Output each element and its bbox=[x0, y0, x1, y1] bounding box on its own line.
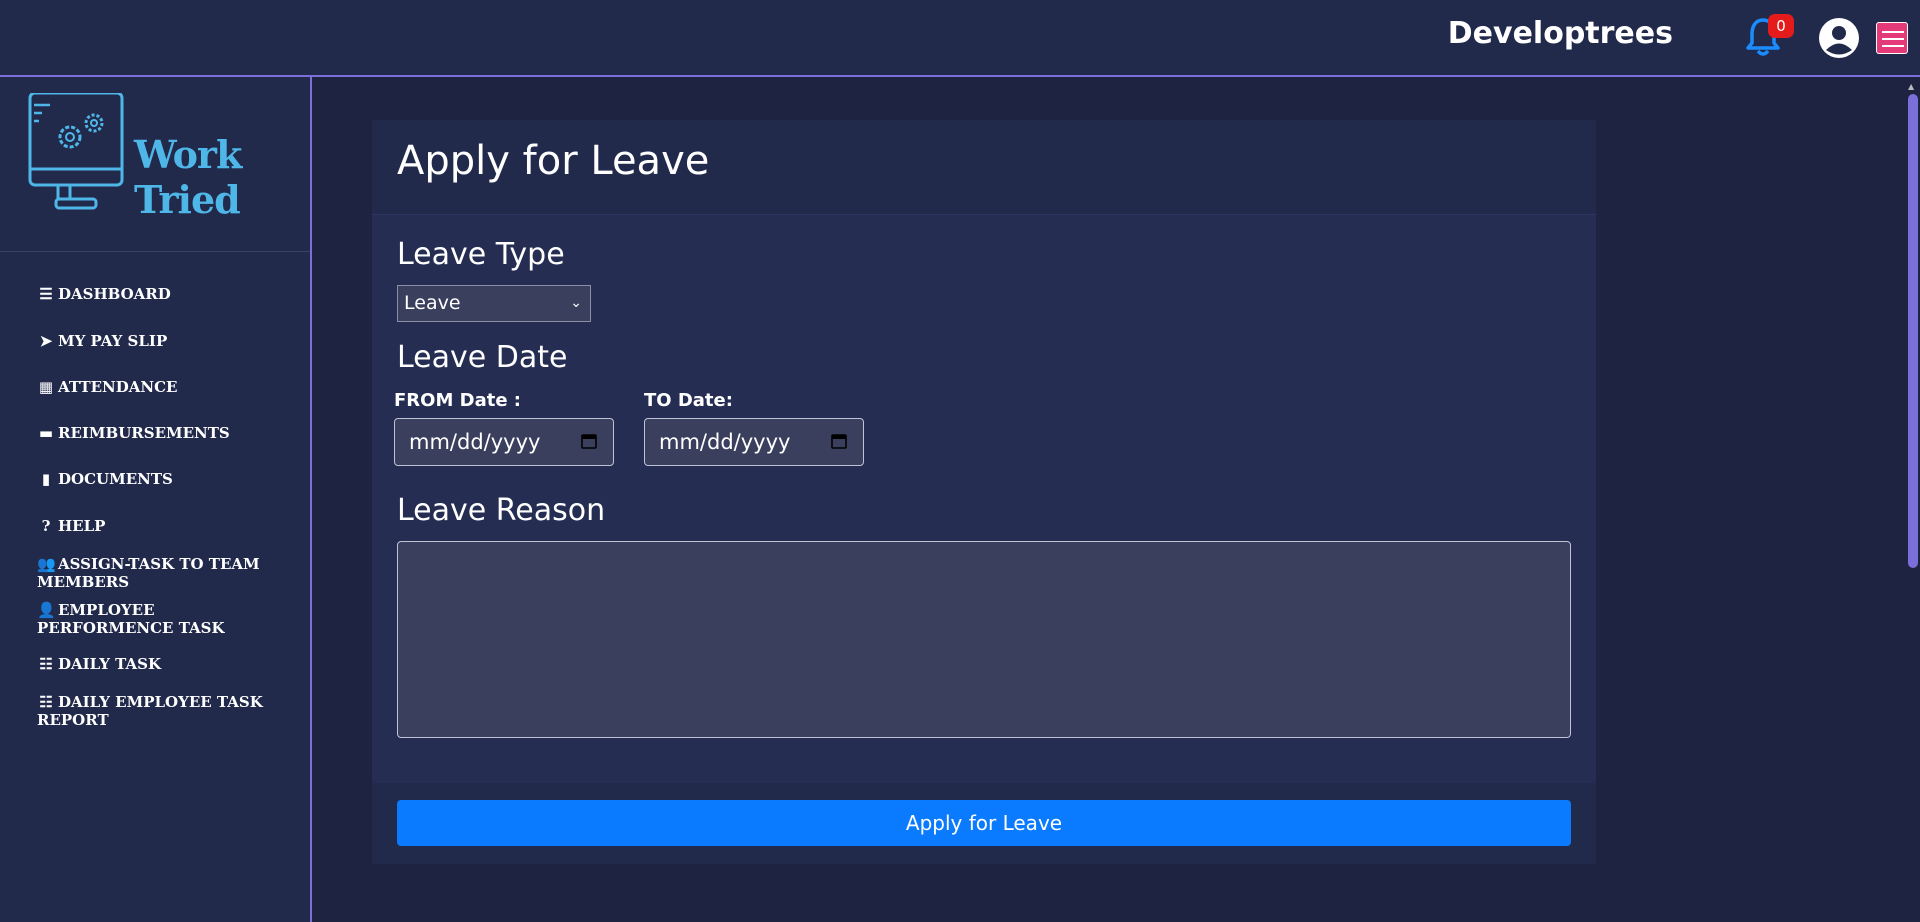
leave-form-card: Apply for Leave Leave Type Leave ⌄ Leave… bbox=[372, 120, 1596, 864]
sidebar-item-assign-task[interactable]: 👥 ASSIGN-TASK TO TEAM MEMBERS bbox=[37, 555, 287, 591]
users-icon: 👥 bbox=[37, 555, 56, 573]
sidebar-item-help[interactable]: ? HELP bbox=[37, 517, 287, 535]
leave-date-label: Leave Date bbox=[397, 340, 568, 375]
leave-reason-label: Leave Reason bbox=[397, 493, 606, 528]
question-circle-icon: ? bbox=[41, 517, 51, 535]
sidebar-item-dashboard[interactable]: ☰ DASHBOARD bbox=[37, 285, 287, 303]
file-icon: ▮ bbox=[41, 470, 51, 488]
paper-plane-icon: ➤ bbox=[39, 332, 53, 350]
page-title: Apply for Leave bbox=[397, 138, 710, 184]
scrollbar-thumb[interactable] bbox=[1908, 94, 1918, 568]
user-edit-icon: 👤 bbox=[37, 601, 56, 619]
credit-card-icon: ▬ bbox=[38, 424, 54, 442]
notification-badge: 0 bbox=[1768, 14, 1794, 38]
apply-for-leave-button[interactable]: Apply for Leave bbox=[397, 800, 1571, 846]
hamburger-menu-button[interactable] bbox=[1876, 22, 1908, 54]
calendar-icon[interactable] bbox=[581, 433, 597, 449]
to-date-label: TO Date: bbox=[644, 390, 733, 411]
scroll-up-arrow-icon[interactable]: ▲ bbox=[1908, 82, 1914, 91]
sidebar: Work Tried ☰ DASHBOARD ➤ MY PAY SLIP ▦ ATTE… bbox=[0, 77, 312, 922]
from-date-label: FROM Date : bbox=[394, 390, 522, 411]
list-check-icon: ☷ bbox=[39, 693, 53, 711]
to-date-input[interactable]: mm/dd/yyyy bbox=[644, 418, 864, 466]
sidebar-divider bbox=[0, 251, 310, 252]
top-navbar: Developtrees 0 bbox=[0, 0, 1920, 77]
chevron-down-icon: ⌄ bbox=[570, 295, 582, 311]
calendar-icon: ▦ bbox=[38, 378, 54, 396]
bars-icon: ☰ bbox=[39, 285, 53, 303]
sidebar-item-attendance[interactable]: ▦ ATTENDANCE bbox=[37, 378, 287, 396]
leave-reason-textarea[interactable] bbox=[397, 541, 1571, 738]
logo-text: Work Tried bbox=[134, 132, 242, 222]
list-check-icon: ☷ bbox=[39, 655, 53, 673]
sidebar-item-documents[interactable]: ▮ DOCUMENTS bbox=[37, 470, 287, 488]
calendar-icon[interactable] bbox=[831, 433, 847, 449]
sidebar-item-reimbursements[interactable]: ▬ REIMBURSEMENTS bbox=[37, 424, 287, 442]
brand-name: Developtrees bbox=[1447, 16, 1673, 51]
leave-type-label: Leave Type bbox=[397, 237, 565, 272]
sidebar-item-employee-performence[interactable]: 👤 EMPLOYEE PERFORMENCE TASK bbox=[37, 601, 287, 637]
user-avatar-icon[interactable] bbox=[1818, 17, 1860, 59]
sidebar-item-daily-report[interactable]: ☷ DAILY EMPLOYEE TASK REPORT bbox=[37, 693, 287, 729]
sidebar-item-pay-slip[interactable]: ➤ MY PAY SLIP bbox=[37, 332, 287, 350]
card-header: Apply for Leave bbox=[372, 120, 1596, 215]
from-date-input[interactable]: mm/dd/yyyy bbox=[394, 418, 614, 466]
leave-type-select[interactable]: Leave ⌄ bbox=[397, 285, 591, 322]
sidebar-item-daily-task[interactable]: ☷ DAILY TASK bbox=[37, 655, 287, 673]
